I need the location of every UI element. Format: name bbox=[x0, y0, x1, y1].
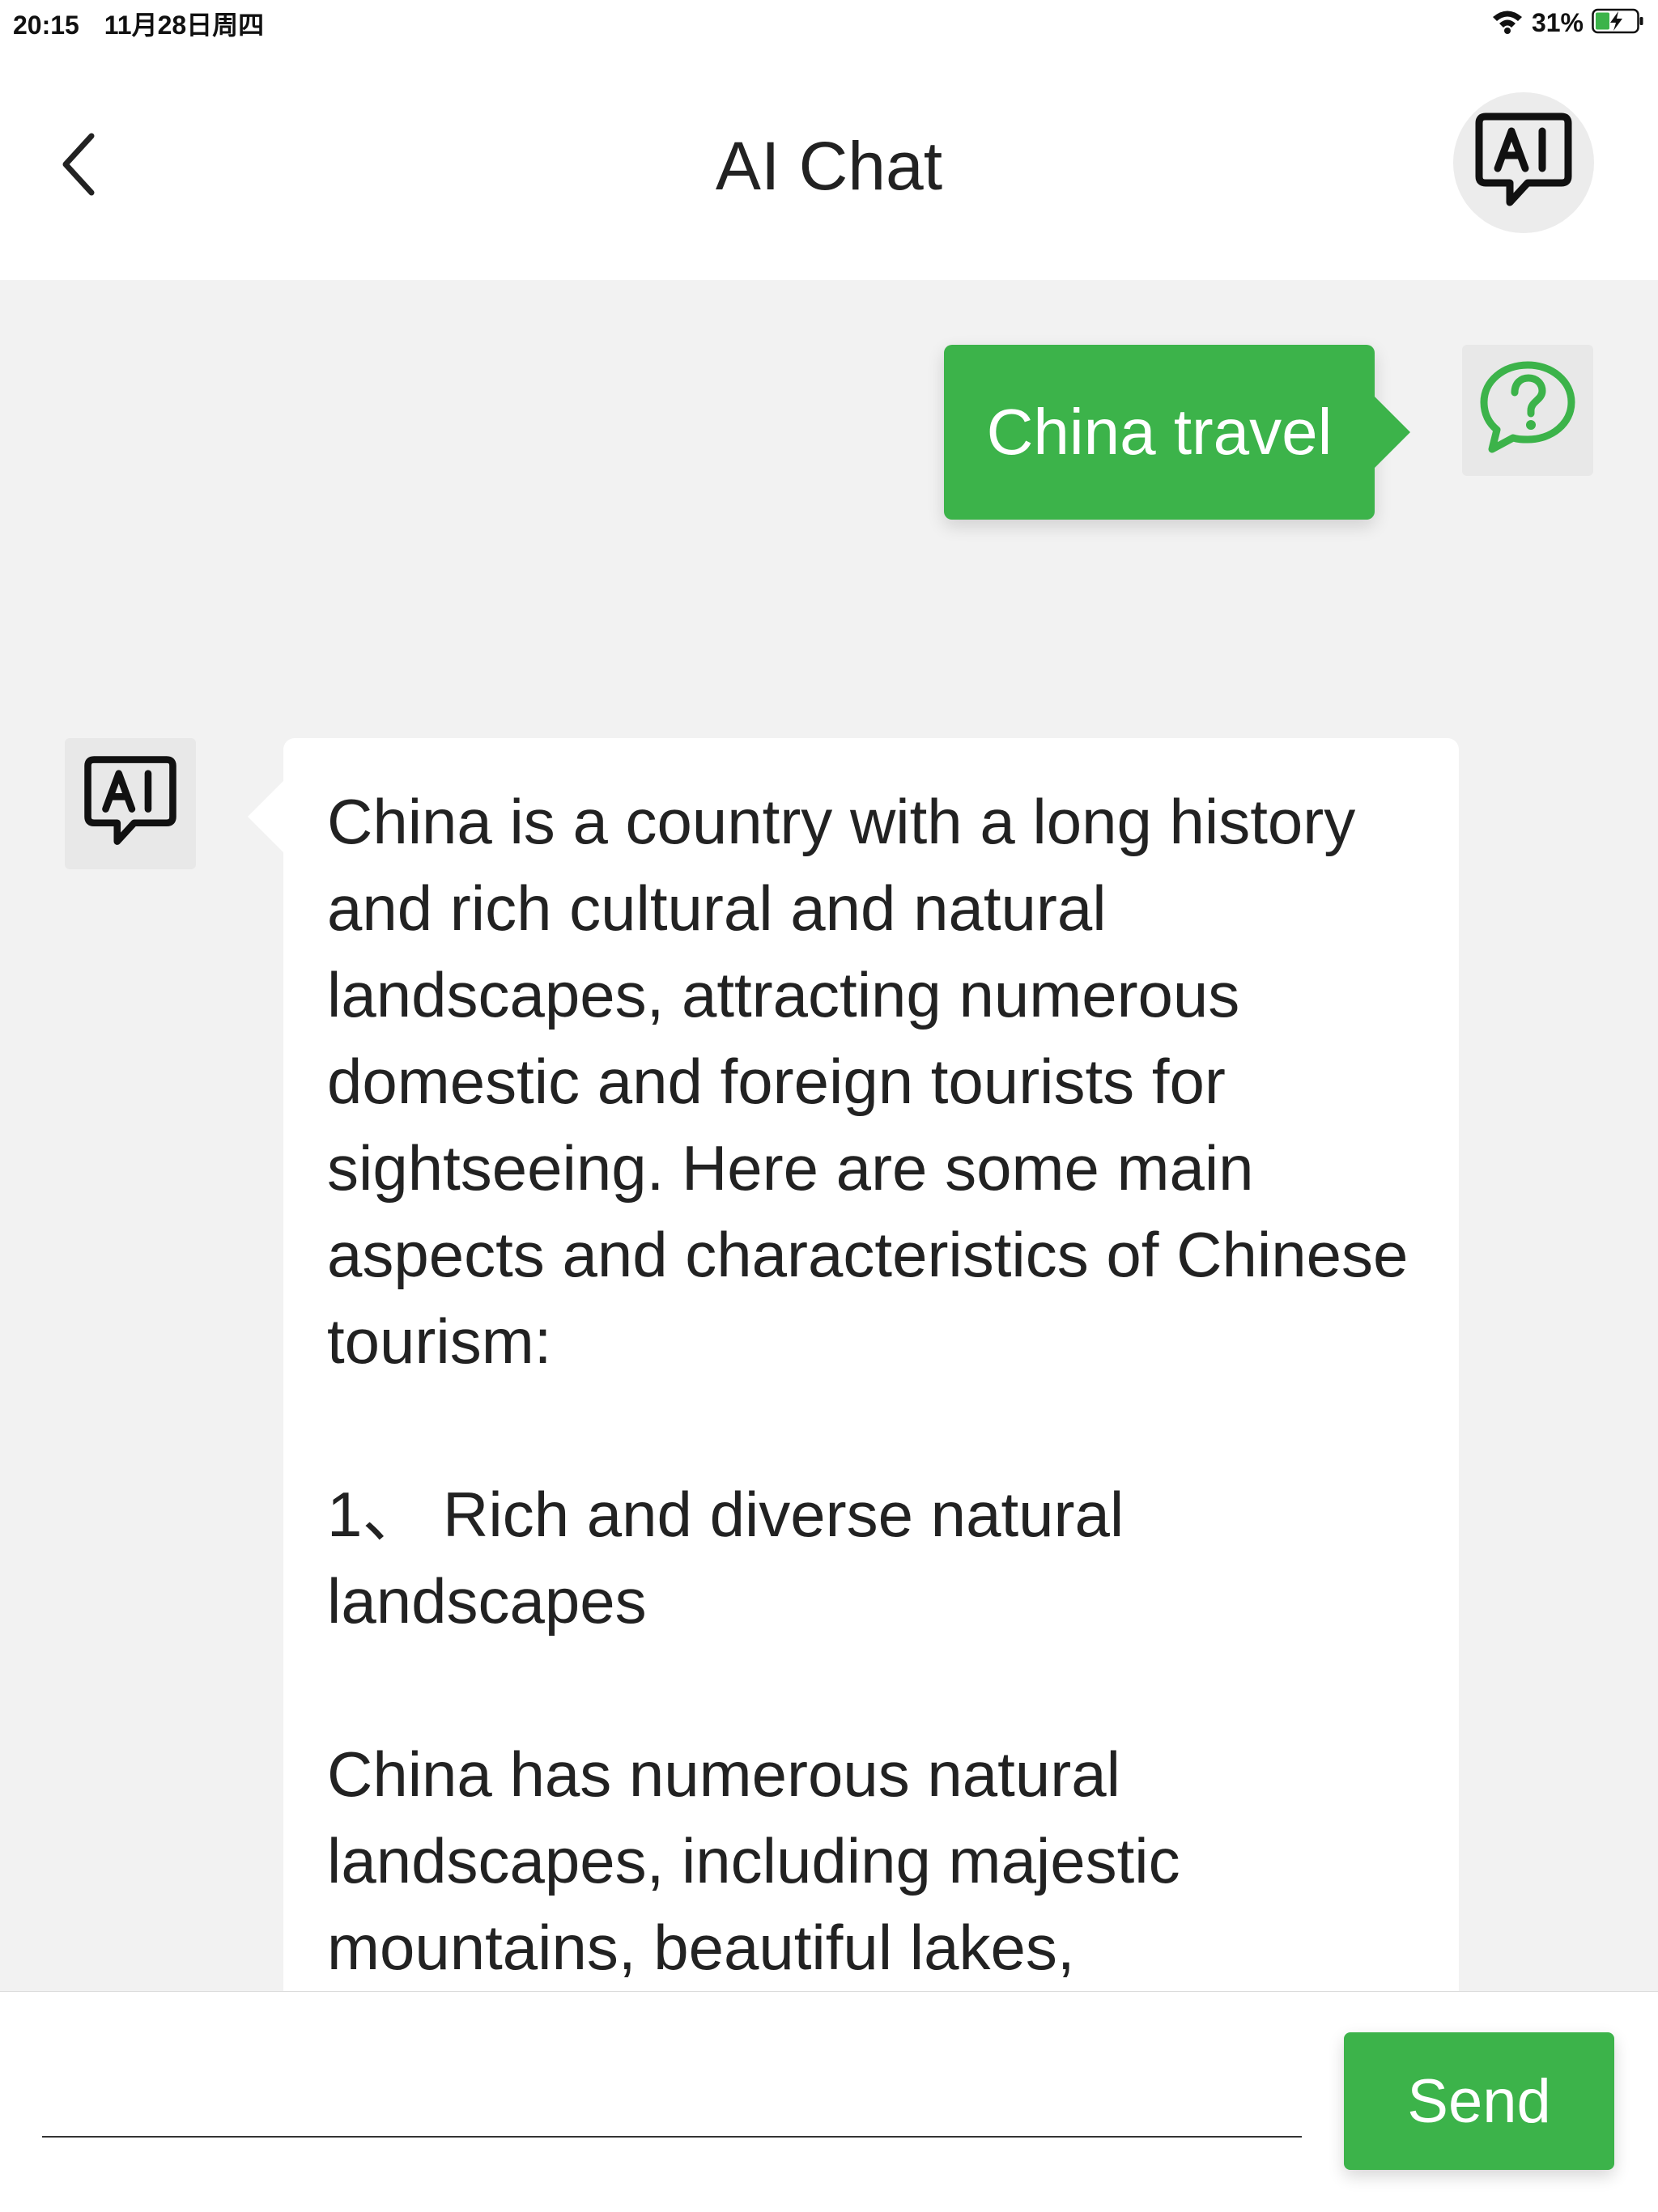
input-bar: Send bbox=[0, 1991, 1658, 2212]
page-title: AI Chat bbox=[715, 128, 943, 204]
user-avatar bbox=[1462, 345, 1593, 476]
assistant-paragraph-body: China has numerous natural landscapes, i… bbox=[327, 1739, 1180, 1983]
header: AI Chat bbox=[0, 44, 1658, 280]
ai-chat-icon bbox=[1471, 108, 1576, 218]
ai-avatar bbox=[65, 738, 196, 869]
wifi-icon bbox=[1491, 8, 1524, 38]
assistant-paragraph-intro: China is a country with a long history a… bbox=[327, 786, 1409, 1377]
battery-percent: 31% bbox=[1531, 7, 1584, 37]
status-bar: 20:15 11月28日周四 31% bbox=[0, 0, 1658, 44]
status-bar-left: 20:15 11月28日周四 bbox=[13, 5, 264, 42]
question-chat-icon bbox=[1477, 359, 1578, 463]
assistant-paragraph-heading: 1、 Rich and diverse natural landscapes bbox=[327, 1479, 1124, 1637]
send-button[interactable]: Send bbox=[1344, 2032, 1614, 2170]
user-message-text: China travel bbox=[986, 396, 1333, 468]
message-input[interactable] bbox=[42, 2040, 1302, 2138]
chat-area[interactable]: China travel China is a country with a l… bbox=[0, 280, 1658, 1991]
ai-chat-icon bbox=[80, 752, 181, 856]
ai-chat-button[interactable] bbox=[1453, 92, 1594, 233]
battery-charging-icon bbox=[1592, 7, 1645, 39]
user-message-bubble[interactable]: China travel bbox=[944, 345, 1410, 520]
status-bar-right: 31% bbox=[1491, 5, 1645, 40]
status-time: 20:15 bbox=[13, 11, 79, 40]
assistant-message-bubble[interactable]: China is a country with a long history a… bbox=[248, 738, 1459, 1991]
status-date: 11月28日周四 bbox=[104, 11, 265, 40]
